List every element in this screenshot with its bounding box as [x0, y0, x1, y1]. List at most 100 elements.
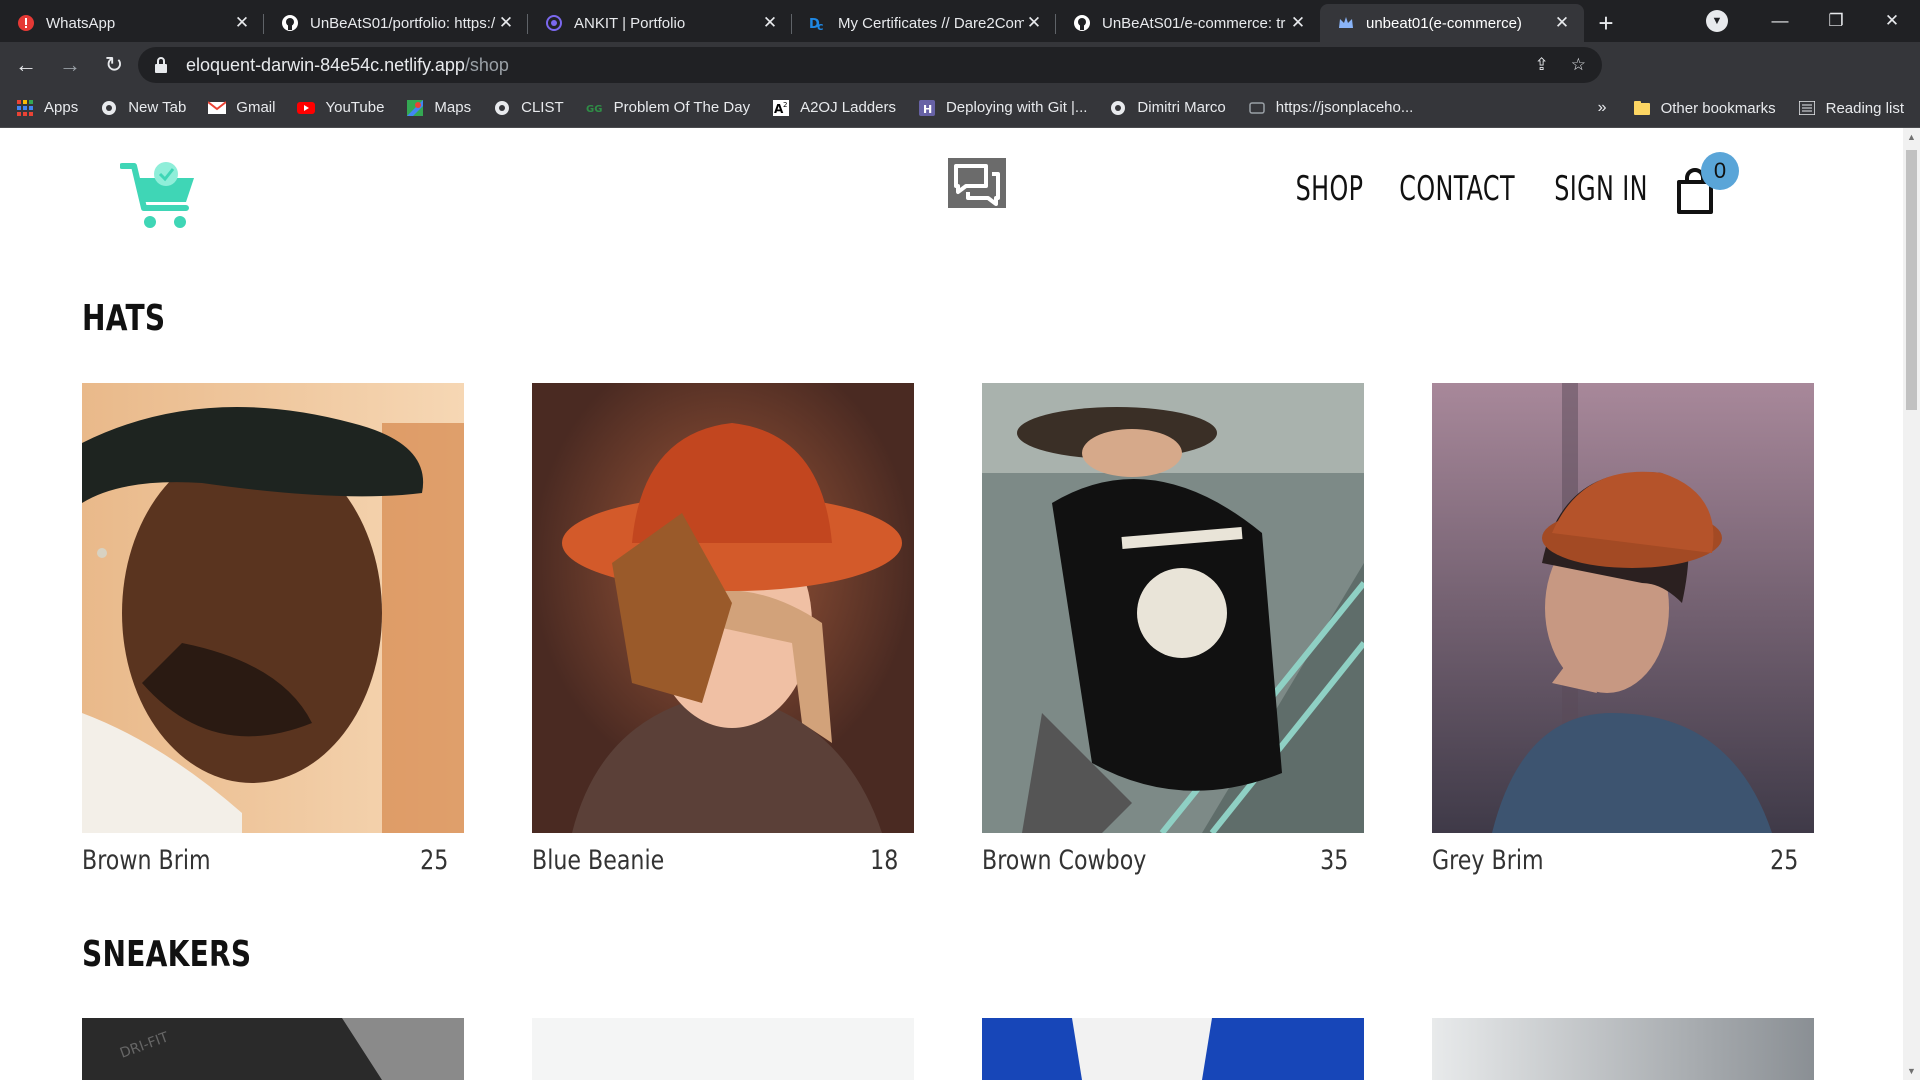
section-title-sneakers[interactable]: SNEAKERS [82, 934, 251, 975]
bookmark-problem-of-the-day[interactable]: GG Problem Of The Day [586, 99, 750, 117]
forward-icon[interactable]: → [52, 47, 88, 83]
product-price: 25 [419, 845, 448, 876]
lock-icon [155, 57, 167, 73]
scrollbar-thumb[interactable] [1906, 150, 1917, 410]
bookmark-deploying-git[interactable]: H Deploying with Git |... [918, 99, 1087, 117]
hats-grid: Brown Brim 25 Blue Beanie 18 Brown Cowbo… [82, 383, 1818, 876]
close-icon[interactable]: ✕ [1288, 13, 1308, 33]
chat-icon[interactable] [948, 158, 1006, 208]
close-window-icon[interactable]: ✕ [1864, 0, 1920, 42]
product-price: 18 [869, 845, 898, 876]
gmail-icon [208, 99, 227, 117]
section-title-hats[interactable]: HATS [82, 298, 165, 339]
nav-sign-in-link[interactable]: SIGN IN [1554, 169, 1648, 209]
back-icon[interactable]: ← [8, 47, 44, 83]
globe-icon [1109, 99, 1127, 117]
bookmark-label: Problem Of The Day [613, 99, 751, 116]
crown-icon [1336, 13, 1356, 33]
product-card[interactable]: DRI-FIT [82, 1018, 464, 1080]
bookmark-label: https://jsonplaceho... [1275, 99, 1414, 116]
product-meta: Brown Brim 25 [82, 833, 464, 876]
product-card[interactable]: Grey Brim 25 [1432, 383, 1814, 876]
window-controls: — ❐ ✕ [1752, 0, 1920, 42]
product-meta: Grey Brim 25 [1432, 833, 1814, 876]
product-image[interactable]: DRI-FIT [82, 1018, 464, 1080]
dare2compete-icon: Dc [808, 13, 828, 33]
tab-whatsapp[interactable]: WhatsApp ✕ [0, 4, 264, 42]
close-icon[interactable]: ✕ [1552, 13, 1572, 33]
bookmark-label: CLIST [521, 99, 564, 116]
nav-contact-link[interactable]: CONTACT [1399, 169, 1515, 209]
other-bookmarks-label: Other bookmarks [1660, 99, 1776, 117]
cart-logo-icon[interactable] [120, 158, 200, 232]
product-card[interactable]: Brown Cowboy 35 [982, 383, 1364, 876]
product-card[interactable] [1432, 1018, 1814, 1080]
whatsapp-icon [16, 13, 36, 33]
bookmark-dimitri-marco[interactable]: Dimitri Marco [1109, 99, 1226, 117]
bookmark-a2oj[interactable]: A 2 A2OJ Ladders [772, 99, 896, 117]
reload-icon[interactable]: ↻ [96, 47, 132, 83]
scroll-down-arrow-icon[interactable]: ▼ [1907, 1066, 1916, 1076]
scroll-up-arrow-icon[interactable]: ▲ [1907, 132, 1916, 142]
product-name: Brown Cowboy [982, 845, 1147, 876]
cart-count-badge: 0 [1701, 152, 1739, 190]
product-image-brown-cowboy[interactable] [982, 383, 1364, 833]
bookmark-gmail[interactable]: Gmail [208, 99, 275, 117]
tab-portfolio-repo[interactable]: UnBeAtS01/portfolio: https:/ ✕ [264, 4, 528, 42]
tab-search-icon[interactable]: ▼ [1706, 10, 1728, 32]
tab-title: unbeat01(e-commerce) [1366, 14, 1522, 32]
cart-button[interactable]: 0 [1675, 152, 1739, 214]
more-bookmarks-chevron-icon[interactable]: » [1598, 99, 1607, 117]
product-card[interactable] [982, 1018, 1364, 1080]
site-header: SHOP CONTACT SIGN IN 0 [0, 128, 1903, 248]
close-icon[interactable]: ✕ [760, 13, 780, 33]
portfolio-icon [544, 13, 564, 33]
heroku-icon: H [918, 99, 936, 117]
tab-certificates[interactable]: Dc My Certificates // Dare2Com ✕ [792, 4, 1056, 42]
address-bar[interactable]: eloquent-darwin-84e54c.netlify.app/shop … [138, 47, 1602, 83]
minimize-icon[interactable]: — [1752, 0, 1808, 42]
product-image[interactable] [532, 1018, 914, 1080]
nav-shop-link[interactable]: SHOP [1295, 169, 1363, 209]
url-path: /shop [464, 54, 509, 75]
product-card[interactable]: Blue Beanie 18 [532, 383, 914, 876]
product-image-grey-brim[interactable] [1432, 383, 1814, 833]
product-card[interactable] [532, 1018, 914, 1080]
product-image-brown-brim[interactable] [82, 383, 464, 833]
product-meta: Brown Cowboy 35 [982, 833, 1364, 876]
page-scrollbar[interactable]: ▲ ▼ [1903, 128, 1920, 1080]
tab-active-ecommerce[interactable]: unbeat01(e-commerce) ✕ [1320, 4, 1584, 42]
product-card[interactable]: Brown Brim 25 [82, 383, 464, 876]
restore-icon[interactable]: ❐ [1808, 0, 1864, 42]
reading-list[interactable]: Reading list [1798, 99, 1904, 117]
close-icon[interactable]: ✕ [232, 13, 252, 33]
bookmark-label: Deploying with Git |... [945, 99, 1088, 116]
bookmark-clist[interactable]: CLIST [493, 99, 564, 117]
tab-ecommerce-repo[interactable]: UnBeAtS01/e-commerce: tr ✕ [1056, 4, 1320, 42]
reading-list-label: Reading list [1825, 99, 1904, 117]
bookmarks-bar: Apps New Tab Gmail YouTube Maps CLIST GG… [0, 88, 1920, 128]
bookmark-new-tab[interactable]: New Tab [100, 99, 186, 117]
bookmark-apps[interactable]: Apps [16, 99, 78, 117]
tab-strip: WhatsApp ✕ UnBeAtS01/portfolio: https:/ … [0, 0, 1920, 42]
bookmark-maps[interactable]: Maps [406, 99, 471, 117]
other-bookmarks[interactable]: Other bookmarks [1633, 99, 1776, 117]
close-icon[interactable]: ✕ [1024, 13, 1044, 33]
a2oj-icon: A2 [772, 99, 790, 117]
main-nav: SHOP CONTACT SIGN IN 0 [1276, 152, 1739, 214]
product-image[interactable] [1432, 1018, 1814, 1080]
close-icon[interactable]: ✕ [496, 13, 516, 33]
bookmark-star-icon[interactable]: ☆ [1571, 55, 1586, 75]
product-image-blue-beanie[interactable] [532, 383, 914, 833]
new-tab-button[interactable]: + [1584, 4, 1628, 42]
product-image[interactable] [982, 1018, 1364, 1080]
bookmark-label: YouTube [325, 99, 385, 116]
bookmarks-right: » Other bookmarks Reading list [1598, 88, 1904, 128]
share-icon[interactable]: ⇪ [1535, 55, 1549, 75]
product-name: Brown Brim [82, 845, 211, 876]
tab-title: UnBeAtS01/e-commerce: tr [1102, 14, 1286, 32]
bookmark-jsonplaceholder[interactable]: https://jsonplaceho... [1248, 99, 1414, 117]
tab-ankit-portfolio[interactable]: ANKIT | Portfolio ✕ [528, 4, 792, 42]
globe-icon [100, 99, 118, 117]
bookmark-youtube[interactable]: YouTube [297, 99, 384, 117]
